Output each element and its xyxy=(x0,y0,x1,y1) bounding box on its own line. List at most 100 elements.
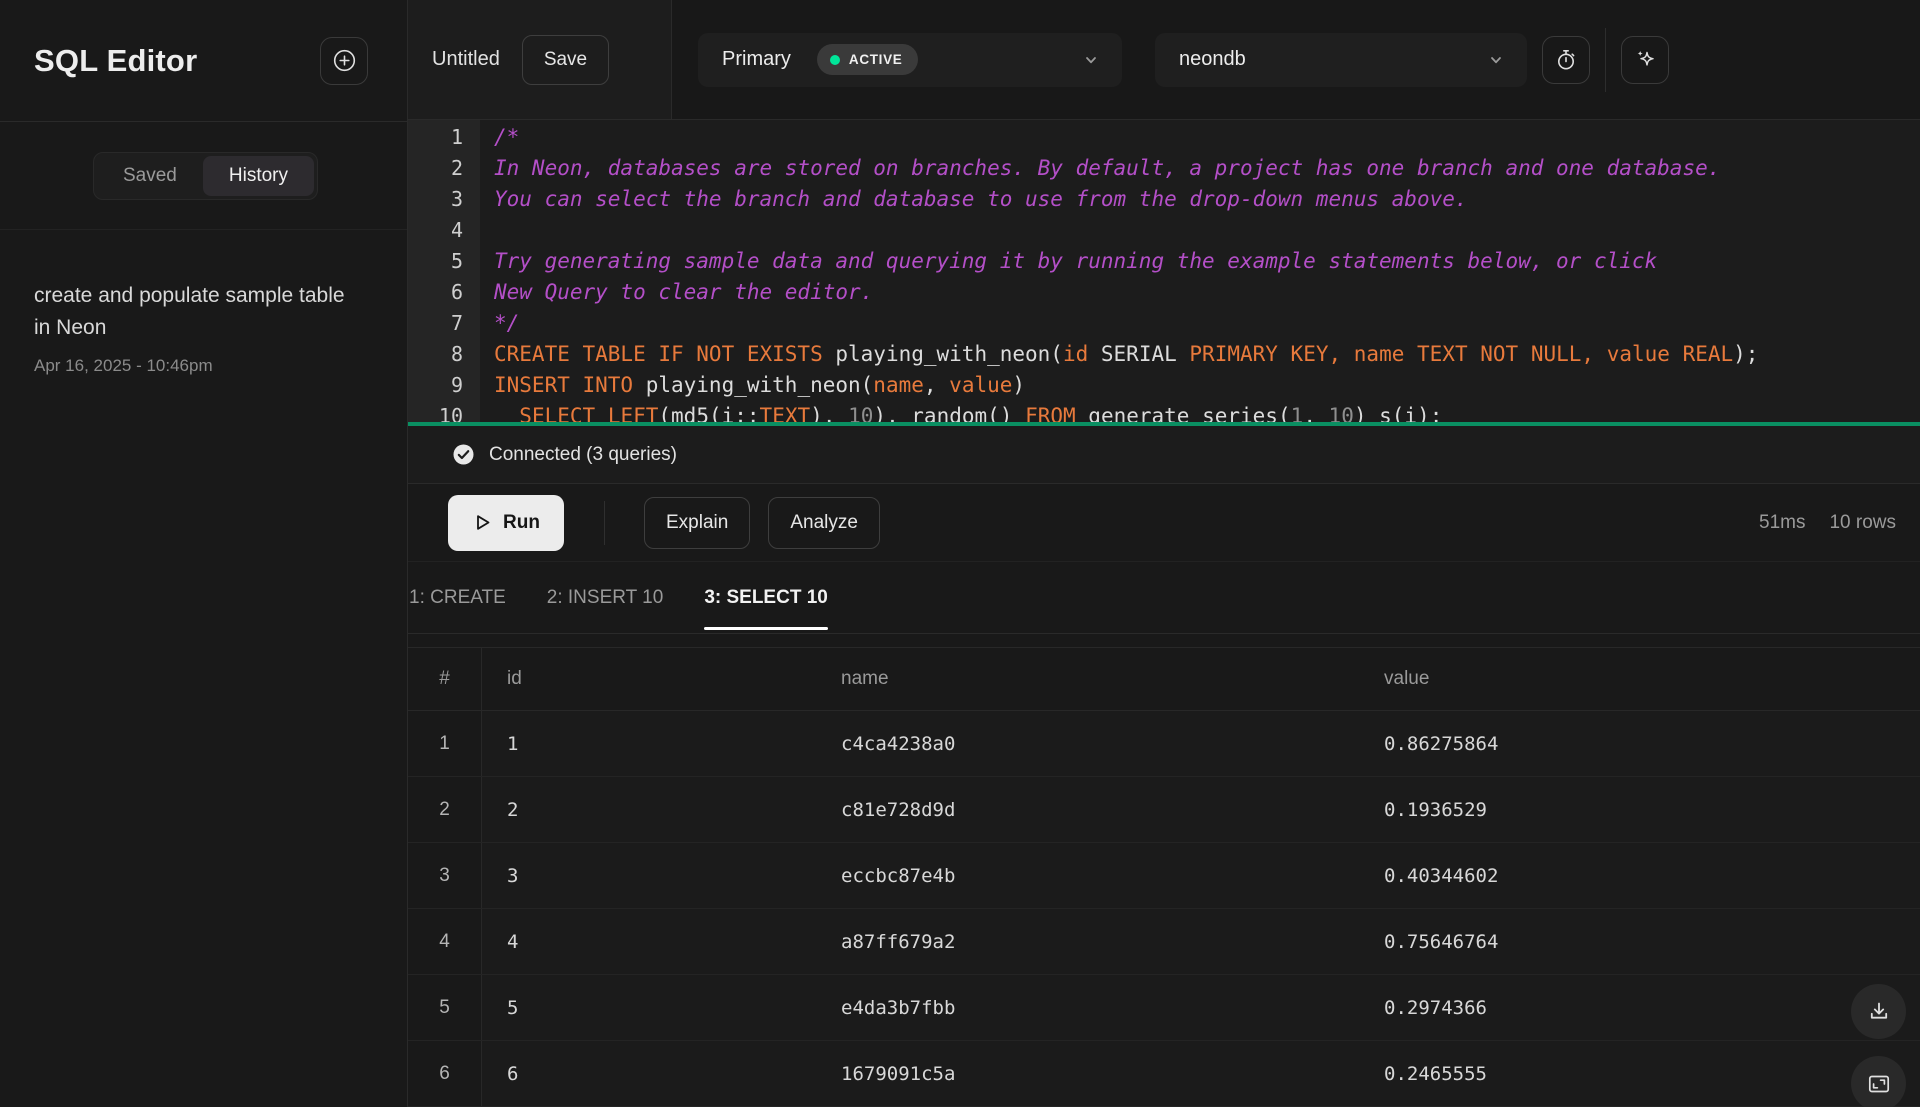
sparkles-icon xyxy=(1632,46,1659,73)
result-tab-create[interactable]: 1: CREATE xyxy=(409,562,506,633)
line-number: 6 xyxy=(408,277,463,308)
connection-status-bar: Connected (3 queries) xyxy=(408,426,1920,484)
cell-value: 0.75646764 xyxy=(1359,909,1920,974)
tab-saved[interactable]: Saved xyxy=(97,156,203,196)
cell-value: 0.2974366 xyxy=(1359,975,1920,1040)
connection-status-label: Connected (3 queries) xyxy=(489,444,677,466)
cell-name: c4ca4238a0 xyxy=(816,711,1359,776)
result-tab-select[interactable]: 3: SELECT 10 xyxy=(704,562,828,633)
results-table-header: # id name value xyxy=(408,647,1920,711)
cell-rownum: 1 xyxy=(408,711,482,776)
editor-gutter: 12345678910 xyxy=(408,120,480,426)
line-number: 1 xyxy=(408,122,463,153)
cell-rownum: 5 xyxy=(408,975,482,1040)
run-button-label: Run xyxy=(503,512,540,534)
run-button[interactable]: Run xyxy=(448,495,564,551)
actions-row: Run Explain Analyze 51ms 10 rows xyxy=(408,484,1920,562)
database-name: neondb xyxy=(1179,48,1246,71)
cell-id: 3 xyxy=(482,843,816,908)
result-tabs: 1: CREATE 2: INSERT 10 3: SELECT 10 xyxy=(408,562,1920,634)
cell-id: 2 xyxy=(482,777,816,842)
line-number: 2 xyxy=(408,153,463,184)
play-icon xyxy=(472,512,493,533)
new-query-button[interactable] xyxy=(320,37,368,85)
query-duration: 51ms xyxy=(1759,512,1805,534)
history-item-timestamp: Apr 16, 2025 - 10:46pm xyxy=(34,356,373,376)
download-icon xyxy=(1866,999,1892,1025)
editor-code: /*In Neon, databases are stored on branc… xyxy=(480,120,1920,426)
sql-editor-area[interactable]: 12345678910 /*In Neon, databases are sto… xyxy=(408,120,1920,426)
expand-results-button[interactable] xyxy=(1851,1056,1906,1107)
sidebar-tabs-row: Saved History xyxy=(0,122,407,230)
branch-status-badge: ACTIVE xyxy=(817,44,919,75)
line-number: 3 xyxy=(408,184,463,215)
topbar-controls: Primary ACTIVE neondb xyxy=(672,0,1920,119)
result-tab-insert[interactable]: 2: INSERT 10 xyxy=(547,562,664,633)
sql-editor-app: SQL Editor Saved History create and popu… xyxy=(0,0,1920,1107)
cell-id: 6 xyxy=(482,1041,816,1106)
save-button[interactable]: Save xyxy=(522,35,609,85)
cell-name: eccbc87e4b xyxy=(816,843,1359,908)
cell-name: e4da3b7fbb xyxy=(816,975,1359,1040)
fullscreen-icon xyxy=(1866,1071,1892,1097)
code-line xyxy=(494,215,1920,246)
cell-value: 0.40344602 xyxy=(1359,843,1920,908)
executed-query-highlight xyxy=(408,422,1920,426)
branch-status-label: ACTIVE xyxy=(849,52,903,67)
ai-assist-button[interactable] xyxy=(1621,36,1669,84)
code-line: /* xyxy=(494,122,1920,153)
branch-selector[interactable]: Primary ACTIVE xyxy=(698,33,1122,87)
check-circle-icon xyxy=(452,443,475,466)
cell-id: 4 xyxy=(482,909,816,974)
plus-circle-icon xyxy=(331,47,358,74)
line-number: 9 xyxy=(408,370,463,401)
cell-name: 1679091c5a xyxy=(816,1041,1359,1106)
table-row: 661679091c5a0.2465555 xyxy=(408,1041,1920,1107)
results-table: # id name value 11c4ca4238a00.8627586422… xyxy=(408,647,1920,1107)
query-name: Untitled xyxy=(432,48,500,71)
chevron-down-icon xyxy=(1485,49,1507,71)
query-row-count: 10 rows xyxy=(1829,512,1896,534)
table-row: 55e4da3b7fbb0.2974366 xyxy=(408,975,1920,1041)
explain-button[interactable]: Explain xyxy=(644,497,750,549)
cell-rownum: 6 xyxy=(408,1041,482,1106)
sidebar: SQL Editor Saved History create and popu… xyxy=(0,0,408,1107)
line-number: 8 xyxy=(408,339,463,370)
query-timing-button[interactable] xyxy=(1542,36,1590,84)
code-line: You can select the branch and database t… xyxy=(494,184,1920,215)
cell-name: c81e728d9d xyxy=(816,777,1359,842)
analyze-button[interactable]: Analyze xyxy=(768,497,880,549)
code-line: INSERT INTO playing_with_neon(name, valu… xyxy=(494,370,1920,401)
line-number: 7 xyxy=(408,308,463,339)
topbar-divider xyxy=(1605,28,1606,92)
tab-history[interactable]: History xyxy=(203,156,314,196)
line-number: 5 xyxy=(408,246,463,277)
line-number: 4 xyxy=(408,215,463,246)
column-header-rownum: # xyxy=(408,648,482,710)
stopwatch-icon xyxy=(1553,47,1579,73)
cell-value: 0.2465555 xyxy=(1359,1041,1920,1106)
database-selector[interactable]: neondb xyxy=(1155,33,1527,87)
column-header-name: name xyxy=(816,648,1359,710)
main-pane: Untitled Save Primary ACTIVE xyxy=(408,0,1920,1107)
history-list-item[interactable]: create and populate sample table in Neon… xyxy=(0,230,407,376)
chevron-down-icon xyxy=(1080,49,1102,71)
query-metrics: 51ms 10 rows xyxy=(1759,512,1896,534)
cell-id: 5 xyxy=(482,975,816,1040)
table-row: 44a87ff679a20.75646764 xyxy=(408,909,1920,975)
code-line: New Query to clear the editor. xyxy=(494,277,1920,308)
active-status-dot xyxy=(830,55,840,65)
code-line: Try generating sample data and querying … xyxy=(494,246,1920,277)
table-row: 11c4ca4238a00.86275864 xyxy=(408,711,1920,777)
topbar: Untitled Save Primary ACTIVE xyxy=(408,0,1920,120)
query-tab[interactable]: Untitled Save xyxy=(408,0,672,119)
table-row: 33eccbc87e4b0.40344602 xyxy=(408,843,1920,909)
sidebar-header: SQL Editor xyxy=(0,0,407,122)
table-row: 22c81e728d9d0.1936529 xyxy=(408,777,1920,843)
download-results-button[interactable] xyxy=(1851,984,1906,1039)
code-line: */ xyxy=(494,308,1920,339)
saved-history-toggle: Saved History xyxy=(93,152,318,200)
cell-id: 1 xyxy=(482,711,816,776)
page-title: SQL Editor xyxy=(34,43,197,79)
actions-divider xyxy=(604,501,605,545)
